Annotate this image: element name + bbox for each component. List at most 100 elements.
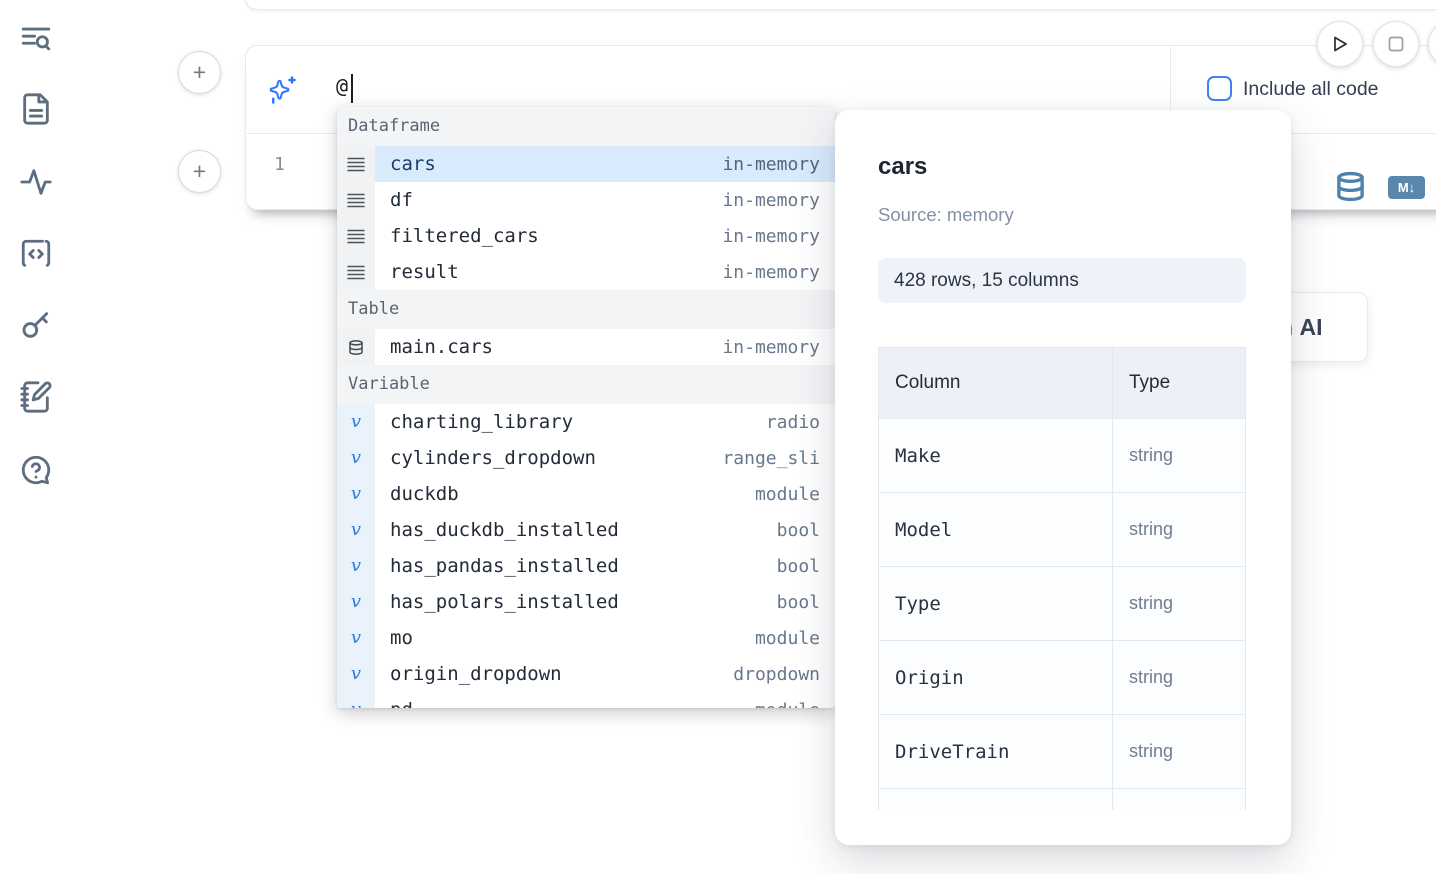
schema-column-name: Origin	[879, 641, 1113, 715]
item-type: bool	[777, 520, 820, 541]
autocomplete-item-filtered_cars[interactable]: filtered_carsin-memory	[337, 218, 835, 254]
schema-column-type: string	[1113, 715, 1246, 789]
help-circle-icon[interactable]	[19, 453, 53, 487]
autocomplete-item-main.cars[interactable]: main.carsin-memory	[337, 329, 835, 365]
activity-icon[interactable]	[19, 165, 53, 199]
autocomplete-item-pd[interactable]: vpdmodule	[337, 692, 835, 708]
autocomplete-item-has_pandas_installed[interactable]: vhas_pandas_installedbool	[337, 548, 835, 584]
variable-icon: v	[337, 548, 375, 584]
item-type: radio	[766, 412, 820, 433]
add-cell-button-top[interactable]: +	[178, 51, 221, 94]
schema-row-clipped	[879, 789, 1246, 811]
schema-row: Makestring	[879, 419, 1246, 493]
item-name: duckdb	[390, 483, 755, 505]
item-type: module	[755, 628, 820, 649]
rows-icon	[337, 218, 375, 254]
ai-prompt-input[interactable]: @	[336, 74, 348, 98]
file-text-icon[interactable]	[19, 92, 53, 126]
item-name: df	[390, 189, 722, 211]
previous-cell-fragment	[245, 0, 1436, 10]
item-name: result	[390, 261, 722, 283]
autocomplete-item-cylinders_dropdown[interactable]: v cylinders_dropdownrange_sli	[337, 440, 835, 476]
editor-line-number: 1	[263, 154, 285, 175]
variable-icon: v	[337, 656, 375, 692]
item-name: main.cars	[390, 336, 722, 358]
item-name: cars	[390, 153, 722, 175]
rows-icon	[337, 182, 375, 218]
plus-icon: +	[193, 59, 206, 86]
schema-column-name: Type	[879, 567, 1113, 641]
preview-title: cars	[878, 153, 927, 181]
text-search-icon[interactable]	[19, 22, 53, 56]
autocomplete-item-df[interactable]: dfin-memory	[337, 182, 835, 218]
schema-column-name: Make	[879, 419, 1113, 493]
item-name: has_duckdb_installed	[390, 519, 777, 541]
item-type: in-memory	[722, 190, 820, 211]
schema-column-type: string	[1113, 419, 1246, 493]
schema-column-type: string	[1113, 641, 1246, 715]
include-all-code-checkbox[interactable]	[1207, 76, 1232, 101]
notebook-pen-icon[interactable]	[19, 380, 53, 414]
variable-icon: v	[337, 584, 375, 620]
item-name: has_polars_installed	[390, 591, 777, 613]
autocomplete-item-origin_dropdown[interactable]: vorigin_dropdowndropdown	[337, 656, 835, 692]
schema-column-header: Type	[1113, 348, 1246, 419]
schema-column-type: string	[1113, 493, 1246, 567]
ai-button-label: AI	[1299, 314, 1322, 341]
text-cursor	[351, 74, 353, 103]
dataframe-preview-panel: cars Source: memory 428 rows, 15 columns…	[835, 110, 1291, 845]
rows-icon	[337, 254, 375, 290]
database-icon[interactable]	[1335, 170, 1366, 203]
schema-column-type: string	[1113, 567, 1246, 641]
preview-source: Source: memory	[878, 204, 1014, 226]
variable-icon: v	[337, 692, 375, 708]
item-type: in-memory	[722, 337, 820, 358]
item-type: range_sli	[722, 448, 820, 469]
item-type: in-memory	[722, 226, 820, 247]
autocomplete-section-header: Table	[337, 290, 835, 329]
autocomplete-item-cars[interactable]: carsin-memory	[337, 146, 835, 182]
variable-icon: v	[337, 476, 375, 512]
markdown-icon[interactable]: M↓	[1388, 176, 1425, 199]
item-name: cylinders_dropdown	[390, 447, 722, 469]
preview-shape-badge: 428 rows, 15 columns	[878, 258, 1246, 303]
preview-schema-table: ColumnTypeMakestringModelstringTypestrin…	[878, 347, 1246, 810]
autocomplete-item-mo[interactable]: vmomodule	[337, 620, 835, 656]
variable-icon: v	[337, 512, 375, 548]
autocomplete-item-charting_library[interactable]: v charting_libraryradio	[337, 404, 835, 440]
item-name: mo	[390, 627, 755, 649]
add-cell-button-bottom[interactable]: +	[178, 150, 221, 193]
item-type: in-memory	[722, 262, 820, 283]
item-type: module	[755, 484, 820, 505]
schema-column-name: DriveTrain	[879, 715, 1113, 789]
code-square-icon[interactable]	[19, 237, 53, 271]
item-type: dropdown	[733, 664, 820, 685]
variable-icon: v	[337, 440, 375, 476]
database-icon	[337, 329, 375, 365]
autocomplete-item-duckdb[interactable]: vduckdbmodule	[337, 476, 835, 512]
run-cell-button[interactable]	[1317, 21, 1363, 67]
item-type: bool	[777, 592, 820, 613]
item-name: filtered_cars	[390, 225, 722, 247]
include-all-code-label[interactable]: Include all code	[1243, 78, 1379, 101]
item-name: pd	[390, 699, 755, 708]
autocomplete-item-has_polars_installed[interactable]: v has_polars_installedbool	[337, 584, 835, 620]
key-icon[interactable]	[19, 308, 53, 342]
sidebar	[0, 0, 70, 874]
autocomplete-popup: Dataframecarsin-memorydfin-memoryfiltere…	[337, 107, 835, 708]
autocomplete-item-has_duckdb_installed[interactable]: v has_duckdb_installedbool	[337, 512, 835, 548]
variable-icon: v	[337, 404, 375, 440]
marimo-notebook: + + @ Include all code 1 M↓ Dataframecar…	[0, 0, 1436, 874]
schema-row: Typestring	[879, 567, 1246, 641]
item-name: charting_library	[390, 411, 766, 433]
sparkles-icon	[267, 75, 297, 105]
autocomplete-item-result[interactable]: resultin-memory	[337, 254, 835, 290]
plus-icon: +	[193, 158, 206, 185]
variable-icon: v	[337, 620, 375, 656]
autocomplete-section-header: Variable	[337, 365, 835, 404]
schema-row: Modelstring	[879, 493, 1246, 567]
schema-row: Originstring	[879, 641, 1246, 715]
item-name: has_pandas_installed	[390, 555, 777, 577]
stop-button[interactable]	[1373, 21, 1419, 67]
schema-row: DriveTrainstring	[879, 715, 1246, 789]
